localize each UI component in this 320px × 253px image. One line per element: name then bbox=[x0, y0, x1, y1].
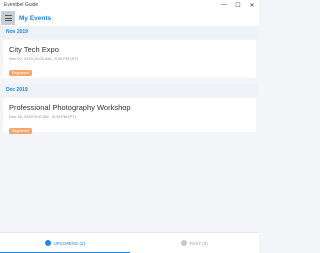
app-header: My Events bbox=[0, 10, 259, 26]
event-card-photography-workshop[interactable]: Professional Photography Workshop Dec 18… bbox=[3, 98, 256, 134]
window-title: Eventbel Guide bbox=[4, 2, 39, 8]
maximize-button[interactable]: ☐ bbox=[231, 0, 245, 10]
past-icon bbox=[180, 240, 187, 246]
upcoming-icon bbox=[44, 240, 51, 246]
minimize-button[interactable]: — bbox=[217, 0, 231, 10]
event-title: Professional Photography Workshop bbox=[9, 103, 131, 112]
event-time: Nov 02, 2019 10:00 AM - 3:00 PM (PT) bbox=[9, 56, 79, 61]
event-time: Dec 18, 2019 9:00 AM - 5:00 PM (PT) bbox=[9, 114, 76, 119]
event-title: City Tech Expo bbox=[9, 45, 59, 54]
tab-past-label: PAST (0) bbox=[189, 240, 208, 246]
page-title: My Events bbox=[19, 14, 52, 22]
tab-past[interactable]: PAST (0) bbox=[130, 233, 260, 253]
registered-badge: Registered bbox=[9, 70, 32, 76]
month-header-dec-2019: Dec 2019 bbox=[0, 84, 259, 97]
tab-upcoming[interactable]: UPCOMING (2) bbox=[0, 233, 130, 253]
registered-badge: Registered bbox=[9, 128, 32, 134]
window-titlebar: Eventbel Guide — ☐ ✕ bbox=[0, 0, 259, 10]
bottom-tab-bar: UPCOMING (2) PAST (0) bbox=[0, 232, 259, 253]
event-card-city-tech-expo[interactable]: City Tech Expo Nov 02, 2019 10:00 AM - 3… bbox=[3, 40, 256, 78]
tab-upcoming-label: UPCOMING (2) bbox=[53, 240, 86, 246]
hamburger-menu-icon[interactable] bbox=[1, 11, 15, 25]
close-button[interactable]: ✕ bbox=[245, 0, 259, 10]
month-header-nov-2019: Nov 2019 bbox=[0, 26, 259, 39]
